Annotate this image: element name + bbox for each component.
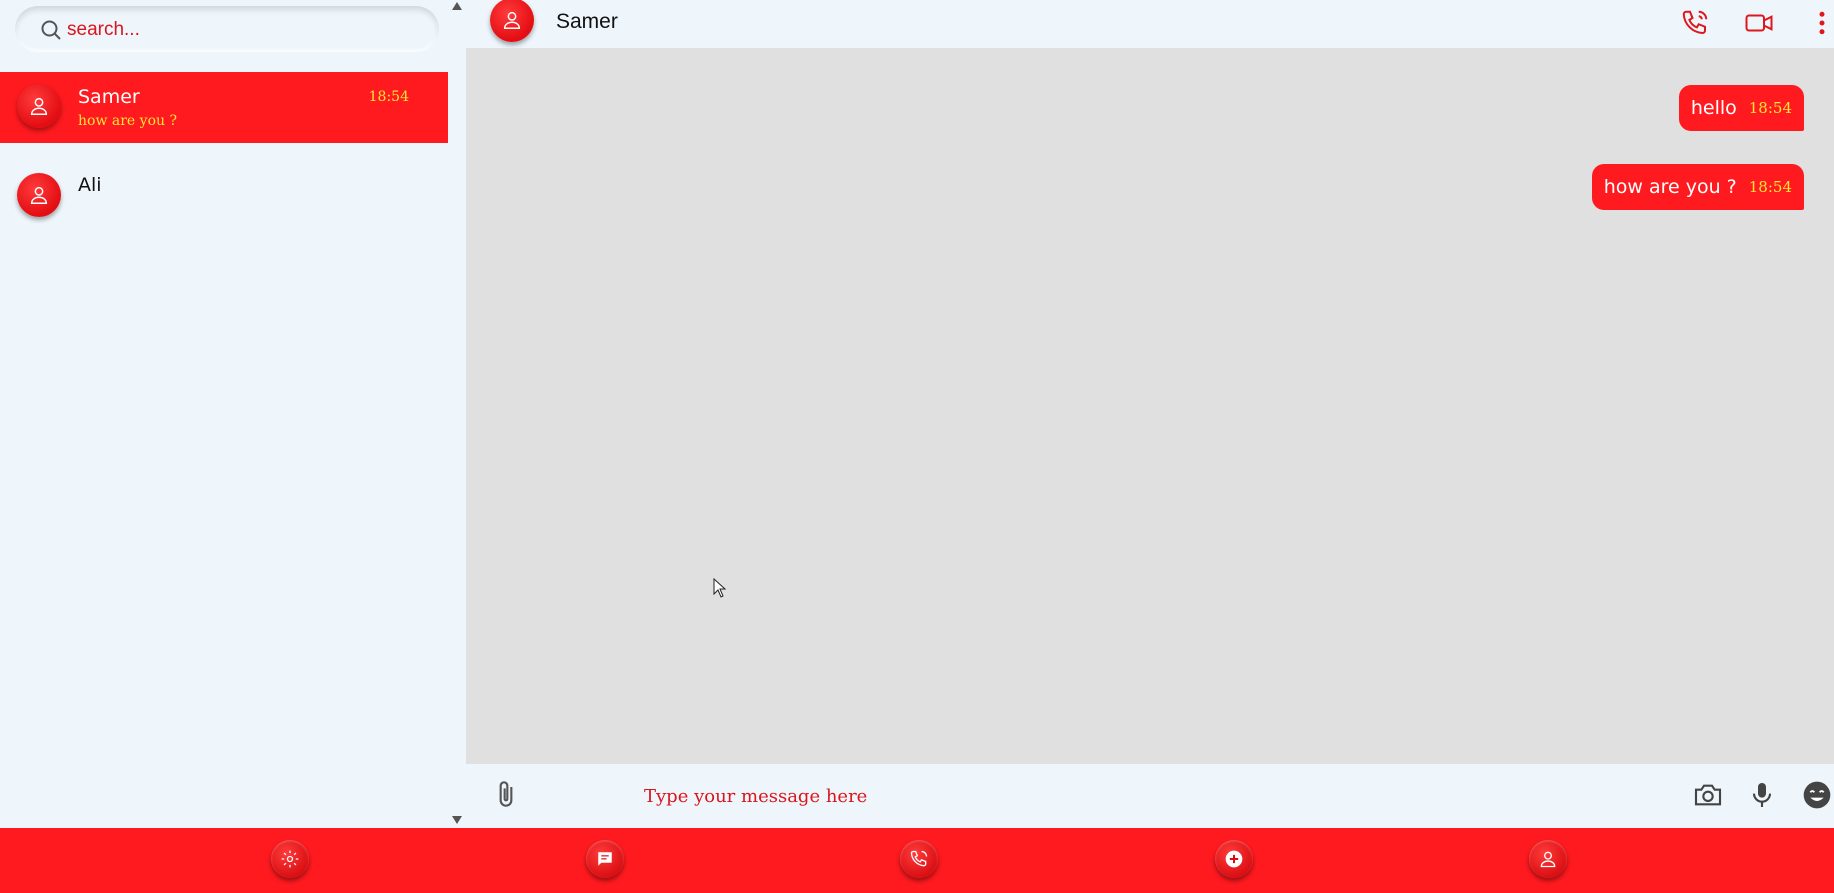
contact-avatar[interactable] [490,0,534,42]
search-box[interactable] [15,6,439,52]
user-icon [30,186,48,204]
chat-item-samer[interactable]: Samer 18:54 how are you ? [0,72,448,143]
chat-icon [598,852,612,866]
nav-add-button[interactable] [1215,840,1253,878]
scroll-up-arrow[interactable] [452,2,462,10]
search-icon [41,20,61,40]
chat-list-sidebar: Samer 18:54 how are you ? Ali [0,0,448,826]
phone-icon[interactable] [1680,8,1710,38]
user-icon [503,11,521,29]
chat-name: Samer [78,86,140,108]
mouse-cursor-icon [713,578,727,598]
message-text: how are you ? [1603,176,1737,198]
avatar [17,84,61,128]
chat-name: Ali [78,174,102,196]
more-vertical-icon[interactable] [1816,8,1828,38]
search-input[interactable] [65,14,429,46]
chat-preview: how are you ? [78,113,177,129]
message-text: hello [1690,97,1737,119]
calls-icon [910,850,928,867]
chat-time: 18:54 [368,89,409,105]
message-input[interactable] [642,779,1546,813]
mic-icon[interactable] [1746,779,1778,811]
message-time: 18:54 [1748,178,1792,196]
bottom-navigation [0,828,1834,893]
messages-area: hello 18:54 how are you ? 18:54 [466,48,1834,764]
nav-calls-button[interactable] [900,840,938,878]
message-time: 18:54 [1748,99,1792,117]
nav-settings-button[interactable] [271,840,309,878]
emoji-icon[interactable] [1801,779,1833,811]
nav-chats-button[interactable] [586,840,624,878]
sidebar-scrollbar[interactable] [448,0,466,826]
message-bubble[interactable]: how are you ? 18:54 [1591,164,1804,210]
scroll-down-arrow[interactable] [452,816,462,824]
attach-icon[interactable] [490,779,522,811]
user-icon [30,97,48,115]
settings-icon [281,850,299,868]
nav-profile-button[interactable] [1529,840,1567,878]
contact-name: Samer [556,10,618,33]
chat-item-ali[interactable]: Ali [0,159,448,230]
video-icon[interactable] [1744,8,1774,38]
camera-icon[interactable] [1692,779,1724,811]
message-bubble[interactable]: hello 18:54 [1678,85,1804,131]
message-composer [466,764,1834,826]
add-icon [1225,850,1243,868]
profile-icon [1540,851,1556,868]
avatar [17,173,61,217]
chat-header: Samer [466,0,1834,48]
